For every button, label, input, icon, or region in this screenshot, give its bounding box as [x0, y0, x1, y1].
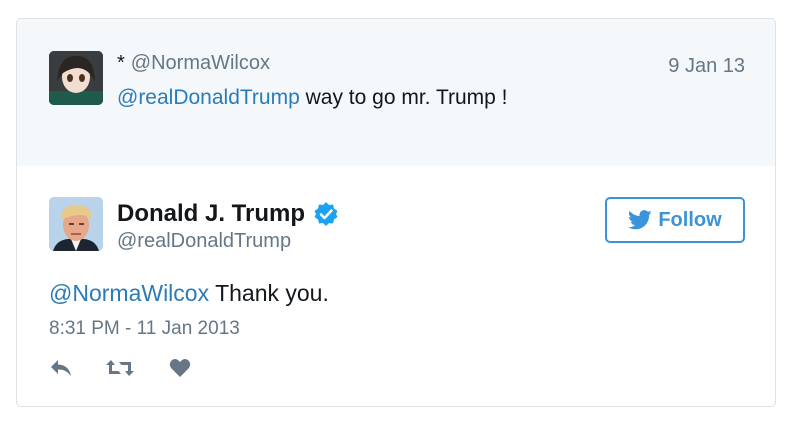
parent-tweet-text: @realDonaldTrump way to go mr. Trump ! — [117, 83, 537, 112]
author-handle[interactable]: @realDonaldTrump — [117, 230, 291, 253]
author-marker: * — [117, 52, 125, 74]
reply-icon[interactable] — [49, 358, 73, 378]
parent-tweet[interactable]: * @NormaWilcox 9 Jan 13 @realDonaldTrump … — [17, 19, 775, 166]
follow-label: Follow — [658, 208, 722, 231]
author-name[interactable]: Donald J. Trump — [117, 200, 339, 228]
parent-mention-link[interactable]: @realDonaldTrump — [117, 86, 300, 109]
parent-avatar[interactable] — [49, 51, 103, 105]
author-name-text: Donald J. Trump — [117, 200, 306, 227]
tweet-embed-card: * @NormaWilcox 9 Jan 13 @realDonaldTrump … — [16, 18, 776, 407]
main-tweet-text: @NormaWilcox Thank you. — [49, 280, 329, 307]
parent-author-handle[interactable]: @NormaWilcox — [131, 52, 270, 74]
follow-button[interactable]: Follow — [605, 197, 745, 243]
parent-date[interactable]: 9 Jan 13 — [668, 55, 745, 78]
main-mention-link[interactable]: @NormaWilcox — [49, 280, 209, 306]
main-avatar[interactable] — [49, 197, 103, 251]
like-icon[interactable] — [169, 358, 191, 378]
parent-author[interactable]: * @NormaWilcox — [117, 52, 270, 75]
main-text: Thank you. — [209, 280, 329, 306]
parent-text: way to go mr. Trump ! — [299, 86, 508, 109]
verified-badge-icon — [313, 201, 339, 227]
tweet-timestamp[interactable]: 8:31 PM - 11 Jan 2013 — [49, 318, 240, 340]
retweet-icon[interactable] — [105, 358, 135, 378]
tweet-actions — [49, 358, 191, 378]
twitter-bird-icon — [628, 210, 652, 230]
